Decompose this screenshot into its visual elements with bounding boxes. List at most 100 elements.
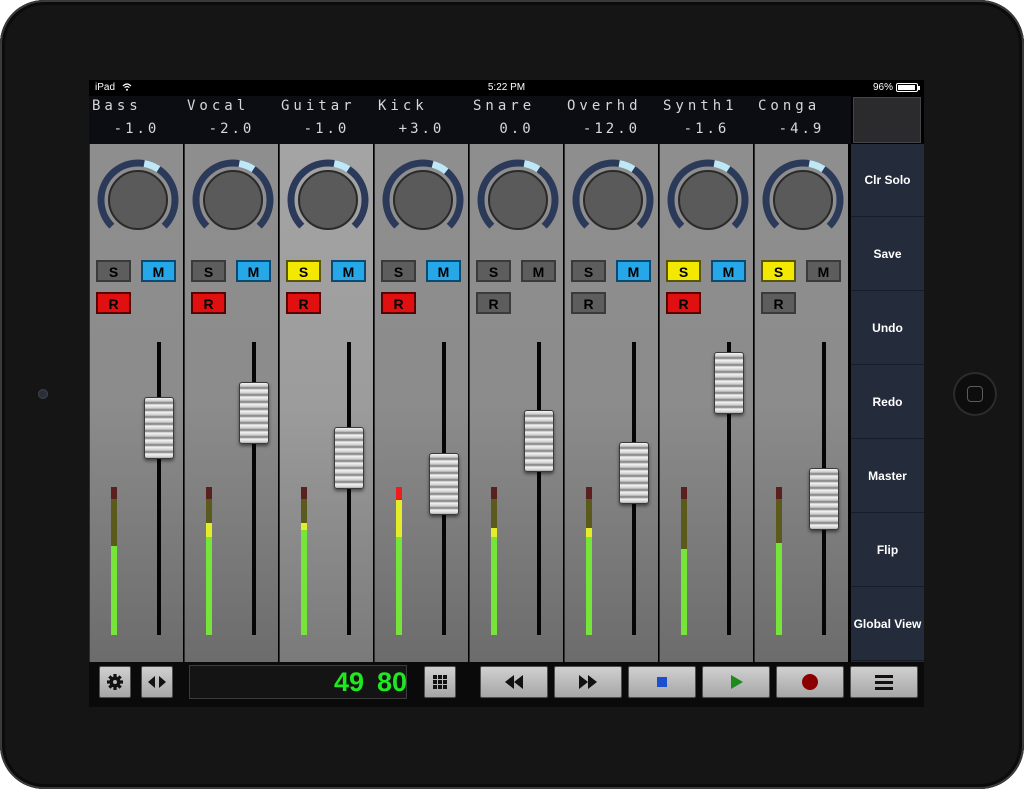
- fader-handle[interactable]: [714, 352, 744, 415]
- record-button[interactable]: [776, 666, 844, 698]
- level-meter: [681, 487, 687, 635]
- record-arm-button[interactable]: R: [286, 292, 321, 314]
- channel-name: Conga: [758, 98, 821, 114]
- channel-value: -1.0: [303, 121, 350, 137]
- fader-handle[interactable]: [334, 427, 364, 490]
- sidebar-global-view-button[interactable]: Global View: [851, 588, 924, 661]
- pan-knob[interactable]: [571, 158, 655, 242]
- fader-handle[interactable]: [524, 409, 554, 472]
- pan-knob[interactable]: [286, 158, 370, 242]
- play-button[interactable]: [702, 666, 770, 698]
- mute-button[interactable]: M: [426, 260, 461, 282]
- fader-track: [157, 342, 161, 635]
- counter-beats: 80: [377, 667, 408, 697]
- settings-button[interactable]: [99, 666, 131, 698]
- channel-strip: SMR: [89, 144, 183, 662]
- status-bar: iPad 5:22 PM 96%: [89, 80, 924, 96]
- solo-button[interactable]: S: [571, 260, 606, 282]
- record-arm-button[interactable]: R: [761, 292, 796, 314]
- solo-button[interactable]: S: [96, 260, 131, 282]
- rewind-button[interactable]: [480, 666, 548, 698]
- play-icon: [731, 675, 743, 689]
- level-meter: [491, 487, 497, 635]
- fast-forward-button[interactable]: [554, 666, 622, 698]
- channel-strip: SMR: [659, 144, 753, 662]
- channel-strip: SMR: [754, 144, 848, 662]
- battery-percent: 96%: [872, 82, 893, 93]
- fast-forward-icon: [579, 675, 597, 689]
- record-arm-button[interactable]: R: [191, 292, 226, 314]
- status-time: 5:22 PM: [487, 82, 526, 93]
- record-arm-button[interactable]: R: [96, 292, 131, 314]
- level-meter: [111, 487, 117, 635]
- sidebar-redo-button[interactable]: Redo: [851, 366, 924, 439]
- solo-button[interactable]: S: [761, 260, 796, 282]
- record-arm-button[interactable]: R: [476, 292, 511, 314]
- corner-button[interactable]: [853, 97, 921, 143]
- channel-name: Snare: [473, 98, 536, 114]
- pan-knob[interactable]: [381, 158, 465, 242]
- fader-handle[interactable]: [619, 442, 649, 505]
- record-arm-button[interactable]: R: [571, 292, 606, 314]
- gear-icon: [107, 674, 123, 690]
- home-button[interactable]: [953, 372, 997, 416]
- battery-icon: [896, 83, 920, 92]
- sidebar-undo-button[interactable]: Undo: [851, 292, 924, 365]
- solo-button[interactable]: S: [286, 260, 321, 282]
- pan-knob[interactable]: [666, 158, 750, 242]
- sidebar-master-button[interactable]: Master: [851, 440, 924, 513]
- solo-button[interactable]: S: [666, 260, 701, 282]
- mute-button[interactable]: M: [711, 260, 746, 282]
- keypad-button[interactable]: [424, 666, 456, 698]
- channel-name: Vocal: [187, 98, 250, 114]
- home-square-icon: [967, 386, 983, 402]
- menu-button[interactable]: [850, 666, 918, 698]
- mute-button[interactable]: M: [236, 260, 271, 282]
- solo-button[interactable]: S: [191, 260, 226, 282]
- channel-header: Bass -1.0 Vocal -2.0 Guitar -1.0 Kick +3.0 Snare…: [89, 96, 851, 144]
- rewind-icon: [505, 675, 523, 689]
- level-meter: [586, 487, 592, 635]
- channel-name: Overhd: [567, 98, 642, 114]
- fader-handle[interactable]: [239, 382, 269, 445]
- menu-icon: [875, 675, 893, 690]
- position-counter: 49 80: [189, 665, 407, 699]
- channel-strip: SMR: [469, 144, 563, 662]
- fader-handle[interactable]: [809, 467, 839, 530]
- channel-value: -1.0: [113, 121, 160, 137]
- channel-strips: SMRSMRSMRSMRSMRSMRSMRSMR: [89, 144, 851, 662]
- pan-knob[interactable]: [476, 158, 560, 242]
- mute-button[interactable]: M: [616, 260, 651, 282]
- channel-strip: SMR: [184, 144, 278, 662]
- mute-button[interactable]: M: [331, 260, 366, 282]
- fader-handle[interactable]: [144, 397, 174, 460]
- record-arm-button[interactable]: R: [666, 292, 701, 314]
- sidebar-flip-button[interactable]: Flip: [851, 514, 924, 587]
- level-meter: [301, 487, 307, 635]
- fader-handle[interactable]: [429, 452, 459, 515]
- channel-name: Kick: [378, 98, 428, 114]
- channel-strip: SMR: [279, 144, 373, 662]
- pan-knob[interactable]: [96, 158, 180, 242]
- stop-button[interactable]: [628, 666, 696, 698]
- pan-knob[interactable]: [191, 158, 275, 242]
- sidebar-save-button[interactable]: Save: [851, 218, 924, 291]
- mute-button[interactable]: M: [141, 260, 176, 282]
- channel-strip: SMR: [374, 144, 468, 662]
- solo-button[interactable]: S: [381, 260, 416, 282]
- ipad-frame: iPad 5:22 PM 96% Bass -1.0 Vocal -2.0 Guitar…: [0, 0, 1024, 789]
- pan-knob[interactable]: [761, 158, 845, 242]
- channel-value: -1.6: [683, 121, 730, 137]
- solo-button[interactable]: S: [476, 260, 511, 282]
- bank-scroll-button[interactable]: [141, 666, 173, 698]
- record-arm-button[interactable]: R: [381, 292, 416, 314]
- mixer-screen: iPad 5:22 PM 96% Bass -1.0 Vocal -2.0 Guitar…: [89, 80, 924, 707]
- mute-button[interactable]: M: [806, 260, 841, 282]
- mute-button[interactable]: M: [521, 260, 556, 282]
- sidebar-clr-solo-button[interactable]: Clr Solo: [851, 144, 924, 217]
- channel-value: -2.0: [208, 121, 255, 137]
- channel-value: +3.0: [398, 121, 445, 137]
- transport-bar: 49 80: [89, 662, 924, 707]
- channel-value: -4.9: [778, 121, 825, 137]
- channel-name: Bass: [92, 98, 142, 114]
